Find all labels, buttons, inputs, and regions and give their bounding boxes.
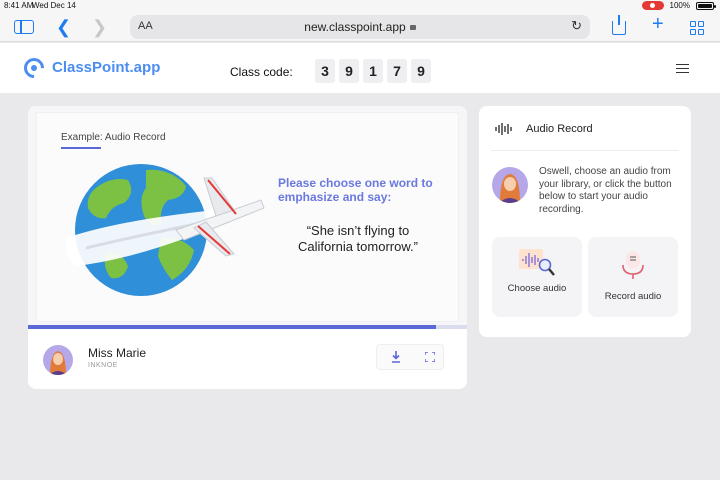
fullscreen-icon[interactable]	[425, 352, 435, 362]
status-right: 100%	[641, 1, 716, 10]
status-time: 8:41 AM	[4, 1, 34, 10]
record-audio-button[interactable]: Record audio	[588, 237, 678, 317]
plus-icon[interactable]: +	[652, 14, 664, 34]
student-avatar	[492, 167, 528, 203]
tabs-icon[interactable]	[690, 21, 704, 35]
presenter-avatar-icon	[49, 351, 67, 375]
forward-icon[interactable]: ❯	[92, 18, 107, 36]
audio-record-panel: Audio Record Oswell, choose an audio fro…	[479, 106, 691, 337]
presenter-avatar	[43, 345, 73, 375]
slide-quote: “She isn’t flying to California tomorrow…	[298, 223, 418, 254]
class-code-digit: 9	[339, 59, 359, 83]
choose-audio-button[interactable]: Choose audio	[492, 237, 582, 317]
student-avatar-icon	[499, 174, 521, 203]
panel-divider	[491, 150, 679, 151]
slide-card: Example: Audio Record Please choose one …	[28, 106, 467, 389]
class-code-digit: 9	[411, 59, 431, 83]
record-audio-label: Record audio	[604, 291, 662, 302]
brand-name: ClassPoint.app	[52, 59, 161, 76]
slide-instruction: Please choose one word to emphasize and …	[278, 176, 433, 204]
class-code-digit: 3	[315, 59, 335, 83]
microphone-icon	[622, 251, 644, 279]
choose-audio-icon	[519, 249, 555, 276]
lock-icon	[409, 25, 416, 30]
battery-percent: 100%	[669, 1, 690, 10]
hamburger-menu-icon[interactable]	[676, 64, 689, 73]
slide-viewer: Example: Audio Record Please choose one …	[28, 106, 467, 328]
class-code-label: Class code:	[230, 65, 293, 79]
screen-record-icon	[641, 1, 664, 10]
back-icon[interactable]: ❮	[56, 18, 71, 36]
globe-airplane-illustration	[66, 164, 265, 296]
slide-tag-underline	[61, 147, 101, 149]
status-date: Wed Dec 14	[32, 1, 76, 10]
class-code-digit: 1	[363, 59, 383, 83]
share-icon[interactable]	[612, 15, 626, 35]
presenter-org: INKNOE	[88, 362, 118, 369]
app-header: ClassPoint.app Class code: 3 9 1 7 9	[0, 43, 720, 93]
download-icon[interactable]	[391, 351, 401, 363]
logo-dot	[31, 65, 37, 71]
status-bar: 8:41 AM Wed Dec 14 100%	[0, 0, 720, 12]
browser-toolbar: ❮ ❯ ••• AA new.classpoint.app ↻ +	[0, 12, 720, 42]
panel-message: Oswell, choose an audio from your librar…	[539, 166, 672, 215]
class-code: 3 9 1 7 9	[315, 59, 431, 83]
slide-controls	[376, 344, 444, 370]
choose-audio-label: Choose audio	[507, 283, 567, 294]
reload-icon[interactable]: ↻	[571, 18, 582, 34]
address-bar[interactable]: AA new.classpoint.app ↻	[130, 15, 590, 39]
panel-title: Audio Record	[526, 123, 593, 135]
battery-icon	[696, 1, 716, 10]
presenter-name: Miss Marie	[88, 346, 147, 360]
slide-progress-fill	[28, 325, 437, 329]
slide-progress-bar	[28, 325, 467, 329]
class-code-digit: 7	[387, 59, 407, 83]
sidebar-icon[interactable]	[14, 20, 34, 34]
url-text: new.classpoint.app	[304, 20, 406, 34]
slide-tag: Example: Audio Record	[61, 132, 166, 143]
audio-wave-icon	[495, 123, 512, 135]
